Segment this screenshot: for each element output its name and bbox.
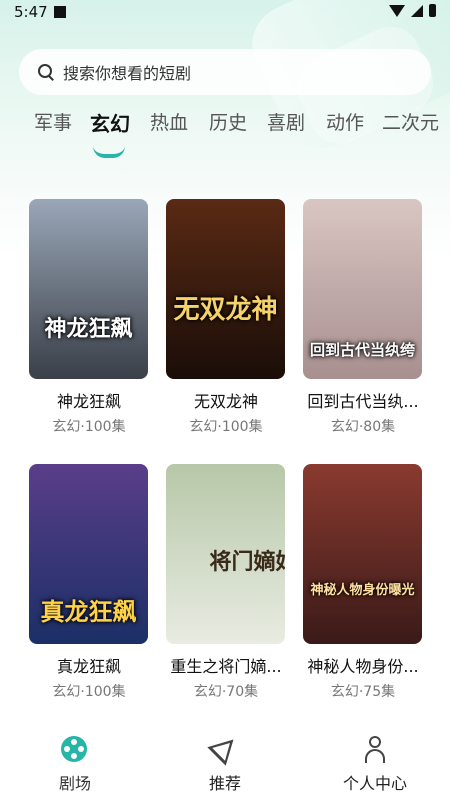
tab-fantasy[interactable]: 玄幻 <box>90 108 130 137</box>
drama-meta: 玄幻·80集 <box>330 419 396 435</box>
tab-action-hot[interactable]: 热血 <box>150 108 188 135</box>
signal-icon <box>411 4 423 17</box>
nav-profile[interactable]: 个人中心 <box>300 728 450 794</box>
wifi-icon <box>389 4 405 17</box>
poster-title: 回到古代当纨绔 <box>309 341 415 359</box>
drama-card[interactable]: 将门嫡妃 重生之将门嫡... 玄幻·70集 <box>166 464 286 701</box>
drama-poster: 真龙狂飙 <box>29 464 148 644</box>
drama-title: 无双龙神 <box>193 392 258 411</box>
drama-title: 重生之将门嫡... <box>170 657 282 676</box>
nav-label: 剧场 <box>58 774 91 793</box>
drama-poster: 神秘人物身份曝光 <box>303 464 422 644</box>
status-time: 5:47 <box>14 3 48 21</box>
drama-title: 神秘人物身份... <box>307 657 419 676</box>
drama-meta: 玄幻·100集 <box>52 684 126 700</box>
poster-title: 将门嫡妃 <box>209 549 285 575</box>
send-icon <box>207 730 243 766</box>
poster-title: 无双龙神 <box>173 295 278 325</box>
category-tabs: 军事 玄幻 热血 历史 喜剧 动作 二次元 <box>0 108 450 148</box>
drama-poster: 将门嫡妃 <box>166 464 285 644</box>
notification-icon <box>54 6 66 18</box>
search-placeholder: 搜索你想看的短剧 <box>63 64 192 83</box>
tab-anime[interactable]: 二次元 <box>382 108 439 135</box>
drama-poster: 神龙狂飙 <box>29 199 148 379</box>
drama-meta: 玄幻·100集 <box>189 419 263 435</box>
battery-icon <box>429 4 436 17</box>
search-icon <box>37 63 55 81</box>
drama-card[interactable]: 神秘人物身份曝光 神秘人物身份... 玄幻·75集 <box>303 464 423 701</box>
nav-label: 个人中心 <box>342 774 407 793</box>
tab-history[interactable]: 历史 <box>209 108 247 135</box>
drama-meta: 玄幻·75集 <box>330 684 396 700</box>
poster-title: 神秘人物身份曝光 <box>310 583 415 598</box>
poster-title: 真龙狂飙 <box>40 597 137 626</box>
drama-meta: 玄幻·70集 <box>193 684 259 700</box>
poster-title: 神龙狂飙 <box>44 316 133 342</box>
person-icon <box>361 736 389 764</box>
search-bar[interactable]: 搜索你想看的短剧 <box>19 49 431 95</box>
drama-title: 回到古代当纨... <box>307 392 419 411</box>
drama-poster: 无双龙神 <box>166 199 285 379</box>
drama-card[interactable]: 回到古代当纨绔 回到古代当纨... 玄幻·80集 <box>303 199 423 436</box>
drama-title: 神龙狂飙 <box>56 392 121 411</box>
drama-title: 真龙狂飙 <box>56 657 121 676</box>
drama-meta: 玄幻·100集 <box>52 419 126 435</box>
nav-recommend[interactable]: 推荐 <box>150 728 300 794</box>
drama-poster: 回到古代当纨绔 <box>303 199 422 379</box>
status-icons <box>389 4 436 17</box>
nav-theater[interactable]: 剧场 <box>0 728 150 794</box>
tab-comedy[interactable]: 喜剧 <box>267 108 305 135</box>
drama-card[interactable]: 无双龙神 无双龙神 玄幻·100集 <box>166 199 286 436</box>
drama-card[interactable]: 真龙狂飙 真龙狂飙 玄幻·100集 <box>29 464 149 701</box>
nav-label: 推荐 <box>208 774 241 793</box>
drama-card[interactable]: 神龙狂飙 神龙狂飙 玄幻·100集 <box>29 199 149 436</box>
tab-military[interactable]: 军事 <box>34 108 72 135</box>
theater-icon <box>61 736 89 764</box>
tab-action[interactable]: 动作 <box>326 108 364 135</box>
bottom-nav: 剧场 推荐 个人中心 <box>0 728 450 800</box>
status-bar: 5:47 <box>0 0 450 26</box>
